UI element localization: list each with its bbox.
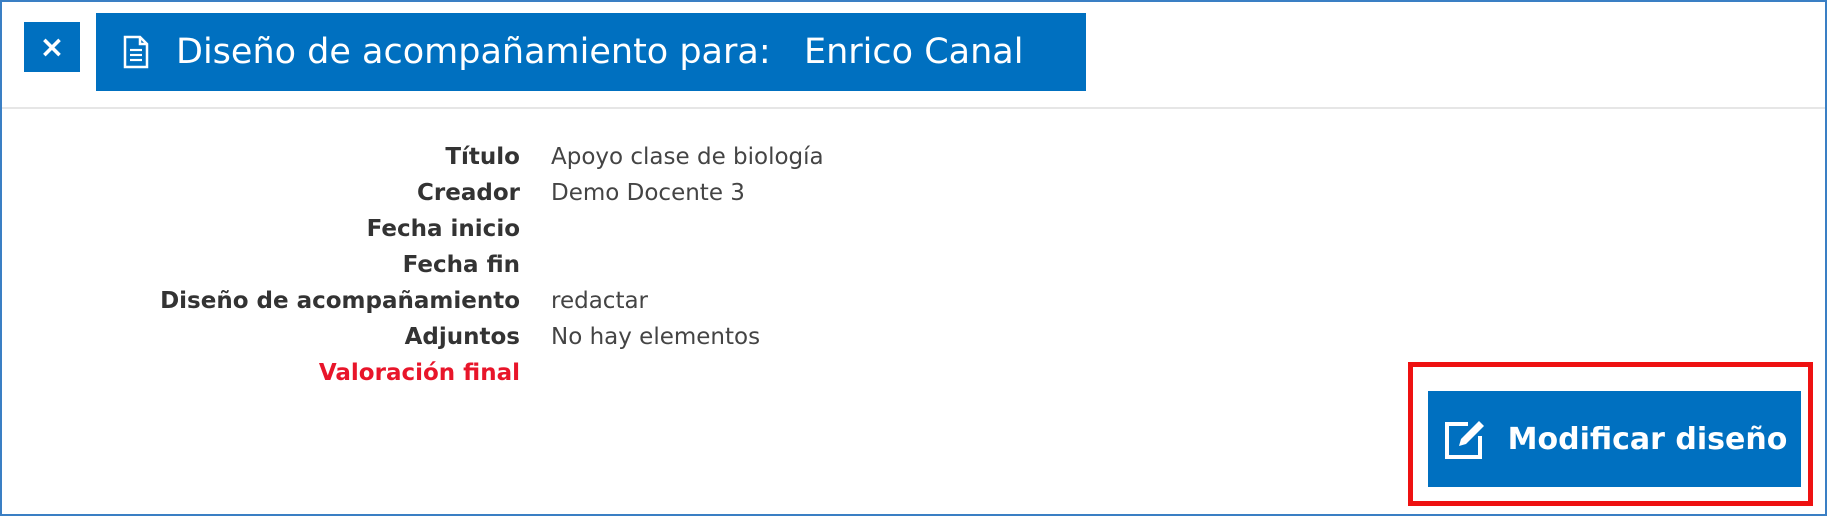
modify-design-label: Modificar diseño [1507, 421, 1788, 457]
detail-value: Apoyo clase de biología [551, 144, 824, 170]
close-icon: × [39, 29, 65, 65]
detail-value: No hay elementos [551, 324, 761, 350]
close-button[interactable]: × [24, 22, 80, 72]
detail-value: Demo Docente 3 [551, 180, 745, 206]
document-icon [122, 35, 150, 69]
edit-icon [1442, 416, 1488, 462]
dialog-header: Diseño de acompañamiento para: Enrico Ca… [96, 13, 1086, 91]
modify-design-button[interactable]: Modificar diseño [1428, 391, 1801, 487]
detail-label: Creador [417, 180, 520, 206]
dialog-title: Diseño de acompañamiento para: Enrico Ca… [176, 32, 1024, 72]
detail-label: Título [445, 144, 520, 170]
detail-label: Diseño de acompañamiento [160, 288, 520, 314]
detail-label: Fecha fin [402, 252, 520, 278]
header-divider [2, 107, 1825, 109]
detail-label: Adjuntos [404, 324, 520, 350]
detail-value: redactar [551, 288, 649, 314]
detail-label: Valoración final [318, 360, 520, 386]
detail-label: Fecha inicio [366, 216, 520, 242]
